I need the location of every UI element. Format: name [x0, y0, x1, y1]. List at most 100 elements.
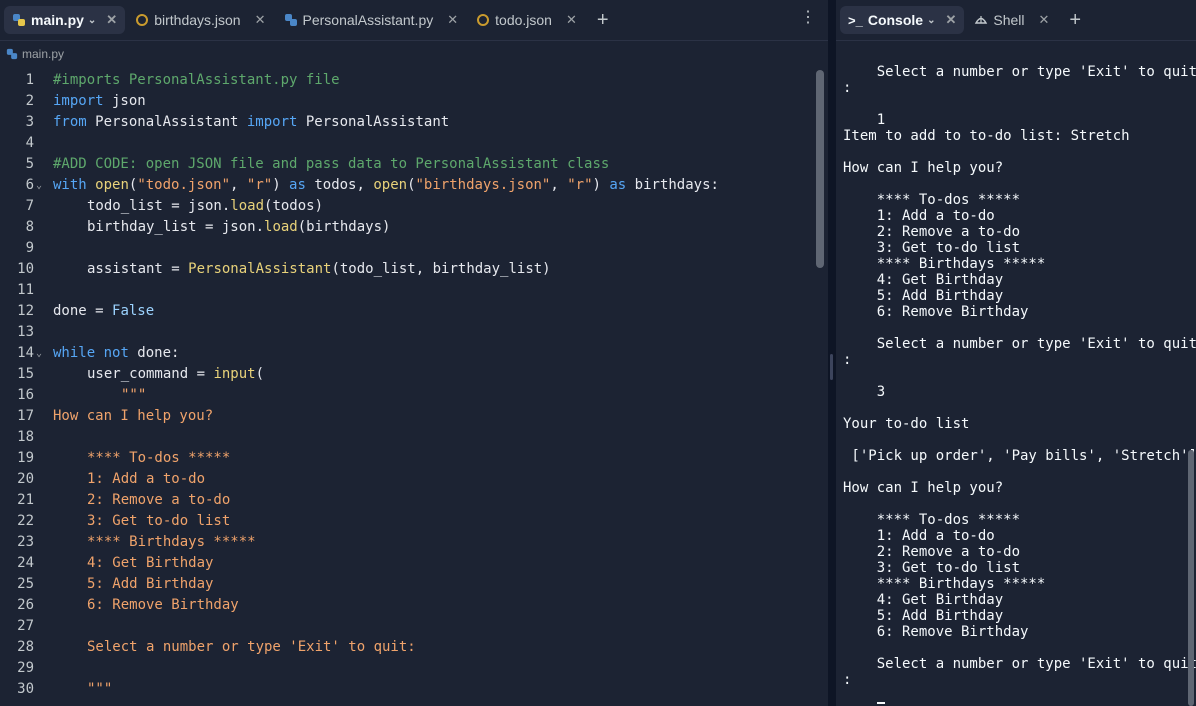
- line-number: 22: [17, 513, 34, 529]
- tab-main-py[interactable]: main.py ⌄ ✕: [4, 6, 126, 34]
- console-line: Select a number or type 'Exit' to quit: [843, 64, 1196, 80]
- string: **** Birthdays *****: [87, 534, 256, 550]
- punctuation: ): [272, 177, 290, 193]
- identifier: todos,: [305, 177, 374, 193]
- comment: #imports PersonalAssistant.py file: [53, 72, 340, 88]
- code-line: 3 from PersonalAssistant import PersonalA…: [0, 112, 812, 133]
- tab-label: PersonalAssistant.py: [302, 12, 434, 28]
- add-tab-icon[interactable]: +: [597, 10, 609, 30]
- chevron-down-icon[interactable]: ⌄: [927, 15, 935, 26]
- code-line: 28 Select a number or type 'Exit' to quit…: [0, 637, 812, 658]
- console-line: **** To-dos *****: [843, 512, 1021, 528]
- more-options-icon[interactable]: ⋮: [800, 10, 816, 26]
- console-line: 6: Remove Birthday: [843, 304, 1029, 320]
- line-number: 24: [17, 555, 34, 571]
- keyword: import: [246, 114, 298, 130]
- close-icon[interactable]: ✕: [106, 12, 117, 28]
- python-icon: [6, 48, 18, 60]
- keyword: as: [609, 177, 627, 193]
- code-line: 4: [0, 133, 812, 154]
- line-number: 7: [25, 198, 34, 214]
- code-line: 22 3: Get to-do list: [0, 511, 812, 532]
- console-line: 1: Add a to-do: [843, 208, 995, 224]
- console-line: Your to-do list: [843, 416, 970, 432]
- line-number: 8: [25, 219, 34, 235]
- code-line: 10 assistant = PersonalAssistant(todo_lis…: [0, 259, 812, 280]
- identifier: birthdays:: [626, 177, 719, 193]
- code-line: 16 """: [0, 385, 812, 406]
- string: 5: Add Birthday: [87, 576, 214, 592]
- close-icon[interactable]: ✕: [447, 12, 458, 28]
- fold-chevron-icon[interactable]: ⌄: [36, 175, 42, 196]
- console-scrollbar[interactable]: [1188, 450, 1194, 706]
- console-prompt[interactable]: [843, 688, 1196, 704]
- function-name: open: [95, 177, 129, 193]
- code-line: 2 import json: [0, 91, 812, 112]
- console-line: 4: Get Birthday: [843, 592, 1004, 608]
- keyword: import: [53, 93, 104, 109]
- string: **** To-dos *****: [87, 450, 231, 466]
- identifier: (todo_list, birthday_list): [331, 261, 551, 277]
- close-icon[interactable]: ✕: [566, 12, 577, 28]
- tab-todo-json[interactable]: todo.json ✕: [468, 6, 585, 34]
- console-line: Select a number or type 'Exit' to quit: [843, 656, 1196, 672]
- console-line: 5: Add Birthday: [843, 288, 1004, 304]
- line-number: 10: [17, 261, 34, 277]
- line-number: 11: [17, 282, 34, 298]
- pane-resize-handle[interactable]: [828, 0, 836, 706]
- console-line: :: [843, 80, 852, 96]
- code-line: 30 """: [0, 679, 812, 700]
- string: How can I help you?: [53, 408, 214, 424]
- identifier: (todos): [264, 198, 324, 214]
- editor-scrollbar[interactable]: [816, 70, 824, 268]
- line-number: 4: [25, 135, 34, 151]
- line-number: 9: [25, 240, 34, 256]
- add-tab-icon[interactable]: +: [1069, 10, 1081, 30]
- close-icon[interactable]: ✕: [255, 12, 266, 28]
- chevron-down-icon[interactable]: ⌄: [88, 15, 96, 26]
- punctuation: ,: [550, 177, 568, 193]
- tab-birthdays-json[interactable]: birthdays.json ✕: [127, 6, 273, 34]
- string: 4: Get Birthday: [87, 555, 214, 571]
- line-number: 2: [25, 93, 34, 109]
- console-output[interactable]: Select a number or type 'Exit' to quit: …: [843, 48, 1196, 706]
- console-line: 3: [843, 384, 886, 400]
- keyword: not: [95, 345, 129, 361]
- editor-horizontal-scrollbar[interactable]: [0, 702, 828, 706]
- tab-personalassistant-py[interactable]: PersonalAssistant.py ✕: [276, 6, 467, 34]
- console-line: 6: Remove Birthday: [843, 624, 1029, 640]
- fold-chevron-icon[interactable]: ⌄: [36, 343, 42, 364]
- line-number: 5: [25, 156, 34, 172]
- close-icon[interactable]: ✕: [945, 12, 956, 28]
- close-icon[interactable]: ✕: [1039, 12, 1050, 28]
- punctuation: ): [592, 177, 610, 193]
- line-number: 25: [17, 576, 34, 592]
- drag-grip-icon[interactable]: [830, 354, 833, 380]
- breadcrumb-file[interactable]: main.py: [22, 47, 64, 61]
- line-number: 19: [17, 450, 34, 466]
- code-line: 29: [0, 658, 812, 679]
- console-line: **** Birthdays *****: [843, 576, 1046, 592]
- line-number: 6: [25, 177, 34, 193]
- tab-shell[interactable]: Shell ✕: [966, 6, 1057, 34]
- identifier: (birthdays): [297, 219, 391, 235]
- code-line: 5 #ADD CODE: open JSON file and pass data…: [0, 154, 812, 175]
- json-icon: [135, 13, 149, 27]
- line-number: 29: [17, 660, 34, 676]
- code-editor[interactable]: 1 #imports PersonalAssistant.py file 2 imp…: [0, 70, 812, 706]
- editor-pane: main.py ⌄ ✕ birthdays.json ✕ PersonalAss…: [0, 0, 828, 706]
- console-line: 2: Remove a to-do: [843, 224, 1021, 240]
- tab-console[interactable]: >_ Console ⌄ ✕: [840, 6, 965, 34]
- identifier: done =: [53, 303, 113, 319]
- identifier: done:: [128, 345, 180, 361]
- keyword: with: [53, 177, 87, 193]
- tab-label: birthdays.json: [154, 12, 241, 28]
- function-name: load: [230, 198, 265, 214]
- code-line: 9: [0, 238, 812, 259]
- line-number: 23: [17, 534, 34, 550]
- console-tab-bar: >_ Console ⌄ ✕ Shell ✕ +: [836, 0, 1196, 41]
